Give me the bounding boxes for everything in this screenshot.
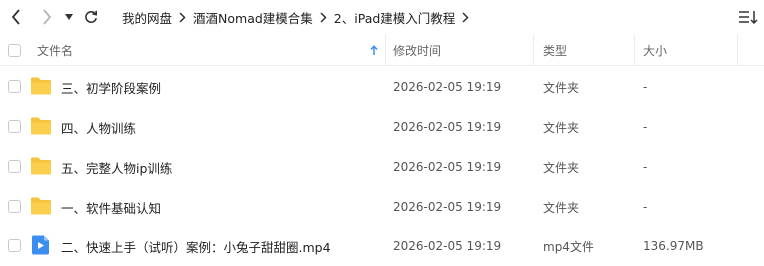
column-divider[interactable]	[533, 34, 534, 66]
file-size: 136.97MB	[643, 239, 704, 253]
back-button[interactable]	[8, 8, 24, 26]
breadcrumb-separator-icon	[320, 11, 327, 23]
row-checkbox[interactable]	[8, 80, 21, 93]
select-all-checkbox[interactable]	[8, 34, 21, 66]
file-row[interactable]: 二、快速上手（试听）案例：小兔子甜甜圈.mp4 2026-02-05 19:19…	[0, 226, 764, 266]
file-row[interactable]: 一、软件基础认知 2026-02-05 19:19 文件夹 -	[0, 187, 764, 227]
caret-down-icon	[65, 14, 73, 20]
file-modified: 2026-02-05 19:19	[393, 239, 502, 253]
video-file-icon	[32, 235, 49, 255]
row-checkbox[interactable]	[8, 160, 21, 173]
toolbar: 我的网盘 酒酒Nomad建模合集 2、iPad建模入门教程	[0, 0, 764, 34]
column-header-size[interactable]: 大小	[643, 34, 667, 66]
row-checkbox[interactable]	[8, 239, 21, 252]
file-modified: 2026-02-05 19:19	[393, 80, 502, 94]
sort-ascending-icon[interactable]	[370, 34, 378, 66]
file-size: -	[643, 160, 648, 174]
breadcrumb-item-root[interactable]: 我的网盘	[122, 8, 172, 27]
file-name[interactable]: 三、初学阶段案例	[61, 67, 161, 107]
folder-icon	[31, 117, 51, 135]
folder-icon	[31, 197, 51, 215]
history-dropdown-button[interactable]	[63, 8, 75, 26]
file-row[interactable]: 五、完整人物ip训练 2026-02-05 19:19 文件夹 -	[0, 147, 764, 187]
sort-menu-button[interactable]	[738, 8, 758, 26]
row-checkbox[interactable]	[8, 200, 21, 213]
column-header-modified[interactable]: 修改时间	[393, 34, 441, 66]
file-list-header: 文件名 修改时间 类型 大小	[0, 34, 764, 66]
file-type: mp4文件	[543, 239, 594, 254]
breadcrumb-separator-icon	[462, 11, 469, 23]
file-name[interactable]: 二、快速上手（试听）案例：小兔子甜甜圈.mp4	[61, 226, 331, 266]
file-type: 文件夹	[543, 80, 580, 95]
chevron-right-icon	[43, 9, 52, 25]
column-header-name[interactable]: 文件名	[37, 34, 73, 66]
breadcrumb: 我的网盘 酒酒Nomad建模合集 2、iPad建模入门教程	[122, 0, 476, 34]
file-type: 文件夹	[543, 200, 580, 215]
file-modified: 2026-02-05 19:19	[393, 160, 502, 174]
file-name[interactable]: 五、完整人物ip训练	[61, 147, 172, 187]
refresh-icon	[85, 10, 97, 23]
breadcrumb-item-collection[interactable]: 酒酒Nomad建模合集	[193, 8, 313, 27]
file-name[interactable]: 一、软件基础认知	[61, 187, 161, 227]
file-size: -	[643, 120, 648, 134]
column-divider[interactable]	[737, 34, 738, 66]
refresh-button[interactable]	[82, 8, 100, 26]
breadcrumb-separator-icon	[179, 11, 186, 23]
sort-list-icon	[739, 11, 758, 25]
file-modified: 2026-02-05 19:19	[393, 200, 502, 214]
file-row[interactable]: 三、初学阶段案例 2026-02-05 19:19 文件夹 -	[0, 67, 764, 107]
file-type: 文件夹	[543, 160, 580, 175]
file-name[interactable]: 四、人物训练	[61, 107, 136, 147]
column-divider[interactable]	[385, 34, 386, 66]
file-type: 文件夹	[543, 120, 580, 135]
breadcrumb-item-current[interactable]: 2、iPad建模入门教程	[334, 8, 456, 27]
row-checkbox[interactable]	[8, 120, 21, 133]
file-size: -	[643, 80, 648, 94]
file-size: -	[643, 200, 648, 214]
file-modified: 2026-02-05 19:19	[393, 120, 502, 134]
folder-icon	[31, 157, 51, 175]
forward-button[interactable]	[39, 8, 55, 26]
column-header-type[interactable]: 类型	[543, 34, 567, 66]
folder-icon	[31, 77, 51, 95]
chevron-left-icon	[11, 9, 20, 25]
column-divider[interactable]	[634, 34, 635, 66]
file-row[interactable]: 四、人物训练 2026-02-05 19:19 文件夹 -	[0, 107, 764, 147]
